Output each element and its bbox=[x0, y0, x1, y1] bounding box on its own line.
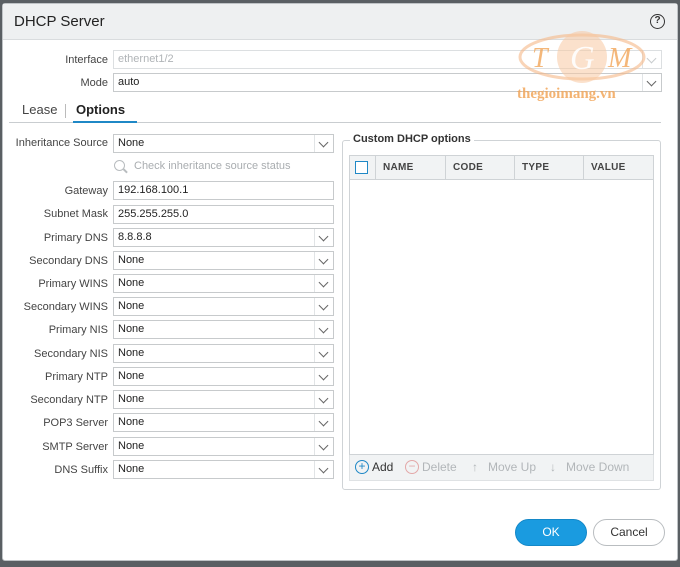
smtp-server-select[interactable]: None bbox=[113, 437, 334, 456]
search-icon bbox=[114, 160, 125, 171]
arrow-down-icon: ↓ bbox=[550, 460, 556, 474]
select-all-column bbox=[350, 156, 376, 180]
column-code[interactable]: CODE bbox=[446, 156, 515, 180]
table-toolbar: + Add − Delete ↑ Move Up ↓ Move Down bbox=[349, 455, 654, 481]
primary-wins-label: Primary WINS bbox=[38, 278, 108, 290]
primary-wins-value: None bbox=[118, 277, 145, 289]
mode-value: auto bbox=[118, 76, 140, 88]
secondary-dns-select[interactable]: None bbox=[113, 251, 334, 270]
column-name[interactable]: NAME bbox=[376, 156, 446, 180]
subnet-mask-label: Subnet Mask bbox=[43, 208, 108, 220]
column-type[interactable]: TYPE bbox=[515, 156, 584, 180]
chevron-down-icon bbox=[314, 135, 333, 152]
mode-label: Mode bbox=[80, 77, 108, 89]
check-inheritance-status-link[interactable]: Check inheritance source status bbox=[134, 160, 291, 172]
inheritance-source-select[interactable]: None bbox=[113, 134, 334, 153]
svg-text:T: T bbox=[532, 43, 550, 74]
primary-dns-select[interactable]: 8.8.8.8 bbox=[113, 228, 334, 247]
move-down-button[interactable]: Move Down bbox=[566, 460, 629, 474]
primary-ntp-select[interactable]: None bbox=[113, 367, 334, 386]
dns-suffix-value: None bbox=[118, 463, 145, 475]
tab-separator bbox=[65, 104, 66, 118]
gateway-value: 192.168.100.1 bbox=[118, 184, 189, 196]
interface-label: Interface bbox=[65, 54, 108, 66]
chevron-down-icon bbox=[314, 438, 333, 455]
chevron-down-icon bbox=[314, 414, 333, 431]
subnet-mask-value: 255.255.255.0 bbox=[118, 208, 189, 220]
primary-wins-select[interactable]: None bbox=[113, 274, 334, 293]
add-icon: + bbox=[355, 460, 369, 474]
chevron-down-icon bbox=[314, 275, 333, 292]
pop3-server-value: None bbox=[118, 416, 145, 428]
cancel-button[interactable]: Cancel bbox=[593, 519, 665, 546]
move-up-button[interactable]: Move Up bbox=[488, 460, 536, 474]
primary-ntp-value: None bbox=[118, 370, 145, 382]
inheritance-source-value: None bbox=[118, 137, 145, 149]
smtp-server-label: SMTP Server bbox=[42, 441, 108, 453]
secondary-dns-label: Secondary DNS bbox=[29, 255, 108, 267]
select-all-checkbox[interactable] bbox=[355, 161, 368, 174]
secondary-wins-value: None bbox=[118, 300, 145, 312]
interface-value: ethernet1/2 bbox=[118, 53, 174, 65]
tab-lease[interactable]: Lease bbox=[22, 102, 57, 117]
secondary-dns-value: None bbox=[118, 254, 145, 266]
pop3-server-label: POP3 Server bbox=[43, 417, 108, 429]
secondary-ntp-value: None bbox=[118, 393, 145, 405]
ok-button[interactable]: OK bbox=[515, 519, 587, 546]
watermark-site-text: thegioimang.vn bbox=[517, 86, 616, 102]
delete-button[interactable]: Delete bbox=[422, 460, 457, 474]
secondary-ntp-label: Secondary NTP bbox=[30, 394, 108, 406]
chevron-down-icon bbox=[314, 229, 333, 246]
primary-nis-select[interactable]: None bbox=[113, 320, 334, 339]
gateway-input[interactable]: 192.168.100.1 bbox=[113, 181, 334, 200]
secondary-wins-select[interactable]: None bbox=[113, 297, 334, 316]
primary-ntp-label: Primary NTP bbox=[45, 371, 108, 383]
dns-suffix-label: DNS Suffix bbox=[54, 464, 108, 476]
secondary-nis-select[interactable]: None bbox=[113, 344, 334, 363]
help-icon[interactable]: ? bbox=[650, 14, 665, 29]
table-header: NAME CODE TYPE VALUE bbox=[350, 156, 653, 180]
gateway-label: Gateway bbox=[64, 185, 108, 197]
chevron-down-icon bbox=[314, 368, 333, 385]
chevron-down-icon bbox=[314, 461, 333, 478]
svg-text:G: G bbox=[570, 40, 595, 77]
delete-icon: − bbox=[405, 460, 419, 474]
primary-nis-value: None bbox=[118, 323, 145, 335]
chevron-down-icon bbox=[314, 391, 333, 408]
secondary-ntp-select[interactable]: None bbox=[113, 390, 334, 409]
primary-dns-value: 8.8.8.8 bbox=[118, 231, 152, 243]
secondary-wins-label: Secondary WINS bbox=[23, 301, 108, 313]
add-button[interactable]: Add bbox=[372, 460, 393, 474]
subnet-mask-input[interactable]: 255.255.255.0 bbox=[113, 205, 334, 224]
secondary-nis-label: Secondary NIS bbox=[34, 348, 108, 360]
chevron-down-icon bbox=[314, 252, 333, 269]
arrow-up-icon: ↑ bbox=[472, 460, 478, 474]
primary-nis-label: Primary NIS bbox=[48, 324, 108, 336]
primary-dns-label: Primary DNS bbox=[43, 232, 108, 244]
active-tab-indicator bbox=[73, 121, 137, 123]
chevron-down-icon bbox=[314, 298, 333, 315]
secondary-nis-value: None bbox=[118, 347, 145, 359]
chevron-down-icon bbox=[314, 345, 333, 362]
column-value[interactable]: VALUE bbox=[584, 156, 654, 180]
inheritance-source-label: Inheritance Source bbox=[15, 137, 108, 149]
tab-options[interactable]: Options bbox=[76, 102, 125, 117]
custom-options-table: NAME CODE TYPE VALUE bbox=[349, 155, 654, 455]
chevron-down-icon bbox=[314, 321, 333, 338]
svg-text:M: M bbox=[607, 43, 633, 74]
watermark-logo: T G M bbox=[518, 31, 646, 83]
custom-dhcp-options-legend: Custom DHCP options bbox=[350, 133, 474, 145]
dns-suffix-select[interactable]: None bbox=[113, 460, 334, 479]
pop3-server-select[interactable]: None bbox=[113, 413, 334, 432]
smtp-server-value: None bbox=[118, 440, 145, 452]
dialog-title: DHCP Server bbox=[14, 13, 105, 30]
